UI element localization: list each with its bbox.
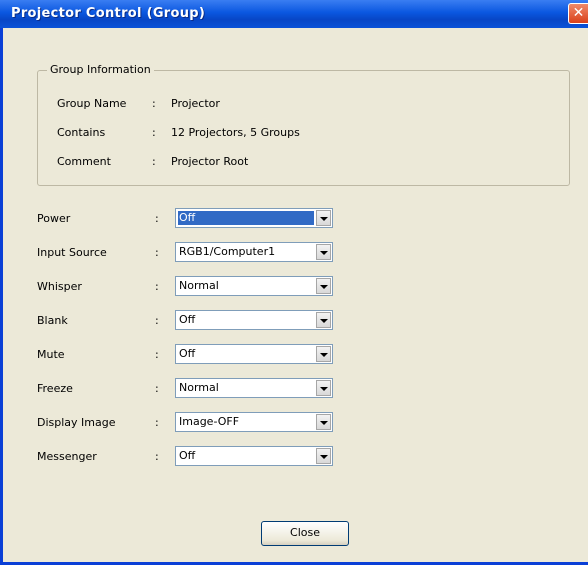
group-information-legend: Group Information [47,63,154,76]
projector-control-dialog: Projector Control (Group) ✕ Group Inform… [0,0,588,565]
close-button[interactable]: Close [261,521,349,546]
whisper-select-value: Normal [179,279,219,292]
display-image-select[interactable]: Image-OFF [175,412,333,432]
chevron-down-icon[interactable] [316,244,331,260]
whisper-colon: : [155,280,159,293]
chevron-down-icon[interactable] [316,380,331,396]
group-name-colon: : [152,97,156,110]
whisper-label: Whisper [37,280,82,293]
messenger-label: Messenger [37,450,97,463]
comment-label: Comment [57,155,111,168]
group-name-value: Projector [171,97,220,110]
title-bar[interactable]: Projector Control (Group) ✕ [0,0,588,28]
mute-select[interactable]: Off [175,344,333,364]
power-colon: : [155,212,159,225]
mute-label: Mute [37,348,65,361]
group-information-box [37,70,570,186]
messenger-colon: : [155,450,159,463]
chevron-down-icon[interactable] [316,346,331,362]
freeze-label: Freeze [37,382,73,395]
freeze-colon: : [155,382,159,395]
input-source-label: Input Source [37,246,107,259]
display-image-colon: : [155,416,159,429]
contains-value: 12 Projectors, 5 Groups [171,126,300,139]
messenger-select[interactable]: Off [175,446,333,466]
contains-label: Contains [57,126,106,139]
group-name-label: Group Name [57,97,127,110]
blank-select[interactable]: Off [175,310,333,330]
chevron-down-icon[interactable] [316,414,331,430]
comment-value: Projector Root [171,155,249,168]
power-select[interactable]: Off [175,208,333,228]
blank-colon: : [155,314,159,327]
display-image-select-value: Image-OFF [179,415,240,428]
mute-colon: : [155,348,159,361]
blank-label: Blank [37,314,68,327]
window-title: Projector Control (Group) [11,6,206,21]
input-source-colon: : [155,246,159,259]
chevron-down-icon[interactable] [316,210,331,226]
chevron-down-icon[interactable] [316,448,331,464]
power-select-value: Off [178,211,314,225]
mute-select-value: Off [179,347,196,360]
blank-select-value: Off [179,313,196,326]
power-label: Power [37,212,71,225]
whisper-select[interactable]: Normal [175,276,333,296]
input-source-select-value: RGB1/Computer1 [179,245,276,258]
chevron-down-icon[interactable] [316,278,331,294]
close-icon[interactable]: ✕ [568,3,588,24]
freeze-select[interactable]: Normal [175,378,333,398]
freeze-select-value: Normal [179,381,219,394]
chevron-down-icon[interactable] [316,312,331,328]
input-source-select[interactable]: RGB1/Computer1 [175,242,333,262]
contains-colon: : [152,126,156,139]
comment-colon: : [152,155,156,168]
messenger-select-value: Off [179,449,196,462]
display-image-label: Display Image [37,416,116,429]
